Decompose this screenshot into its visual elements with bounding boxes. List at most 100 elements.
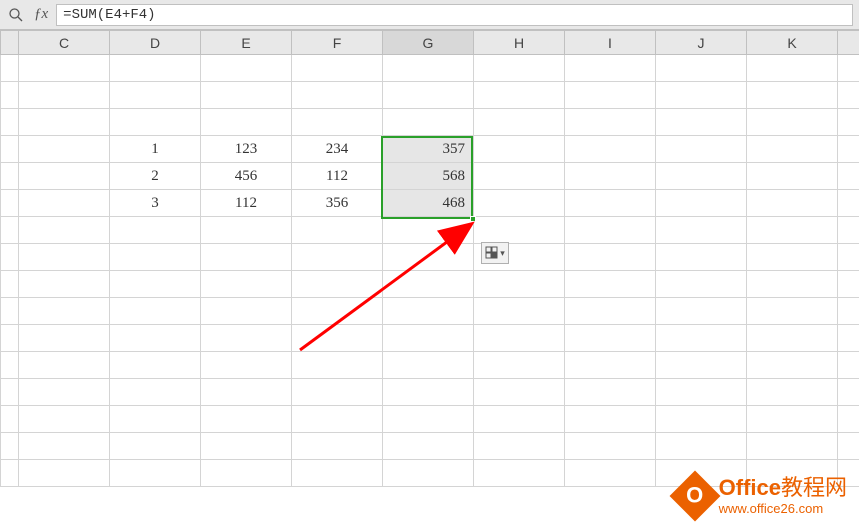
cell[interactable]: [656, 55, 747, 82]
cell[interactable]: [747, 298, 838, 325]
cell[interactable]: [565, 244, 656, 271]
cell[interactable]: [656, 433, 747, 460]
cell[interactable]: [19, 82, 110, 109]
cell[interactable]: [110, 55, 201, 82]
cell[interactable]: 234: [292, 136, 383, 163]
cell[interactable]: [201, 244, 292, 271]
cell[interactable]: [292, 325, 383, 352]
cell[interactable]: [747, 217, 838, 244]
cell[interactable]: [747, 271, 838, 298]
cell[interactable]: 1: [110, 136, 201, 163]
cell[interactable]: [110, 298, 201, 325]
cell[interactable]: [656, 163, 747, 190]
cell[interactable]: [292, 352, 383, 379]
column-header[interactable]: F: [292, 31, 383, 55]
cell[interactable]: [201, 82, 292, 109]
cell[interactable]: [747, 325, 838, 352]
cell[interactable]: [292, 379, 383, 406]
cell[interactable]: [19, 109, 110, 136]
cell[interactable]: 356: [292, 190, 383, 217]
cell[interactable]: [747, 433, 838, 460]
cell[interactable]: [565, 55, 656, 82]
column-header[interactable]: D: [110, 31, 201, 55]
cell[interactable]: [656, 352, 747, 379]
cell[interactable]: [19, 406, 110, 433]
cell[interactable]: [474, 433, 565, 460]
cell[interactable]: [747, 352, 838, 379]
cell[interactable]: [383, 433, 474, 460]
cell[interactable]: [383, 460, 474, 487]
cell[interactable]: [565, 217, 656, 244]
fx-label[interactable]: ƒx: [34, 6, 48, 23]
cell[interactable]: [201, 217, 292, 244]
cell[interactable]: [19, 352, 110, 379]
cell[interactable]: [747, 190, 838, 217]
cell[interactable]: [565, 433, 656, 460]
cell[interactable]: [110, 271, 201, 298]
cell[interactable]: [747, 406, 838, 433]
cell[interactable]: [656, 109, 747, 136]
column-header[interactable]: [838, 31, 859, 55]
cell[interactable]: [565, 136, 656, 163]
fill-handle[interactable]: [470, 216, 476, 222]
cell[interactable]: [474, 460, 565, 487]
cell[interactable]: [383, 244, 474, 271]
column-header[interactable]: J: [656, 31, 747, 55]
cell[interactable]: [110, 352, 201, 379]
cell[interactable]: [565, 109, 656, 136]
cell[interactable]: [201, 406, 292, 433]
cell[interactable]: [110, 109, 201, 136]
cell[interactable]: [383, 379, 474, 406]
cell[interactable]: [474, 82, 565, 109]
cell[interactable]: [383, 271, 474, 298]
cell[interactable]: [383, 325, 474, 352]
cell[interactable]: [383, 406, 474, 433]
cell[interactable]: [474, 325, 565, 352]
cell[interactable]: 2: [110, 163, 201, 190]
spreadsheet-grid[interactable]: C D E F G H I J K 1 123 234 357: [0, 30, 859, 487]
formula-input[interactable]: [56, 4, 853, 26]
cell[interactable]: [565, 325, 656, 352]
cell[interactable]: [292, 244, 383, 271]
cell[interactable]: [656, 298, 747, 325]
column-header[interactable]: C: [19, 31, 110, 55]
cell[interactable]: [474, 298, 565, 325]
cell[interactable]: [19, 217, 110, 244]
cell[interactable]: [565, 271, 656, 298]
cell[interactable]: 568: [383, 163, 474, 190]
cell[interactable]: [474, 136, 565, 163]
zoom-icon[interactable]: [6, 5, 26, 25]
cell[interactable]: [383, 82, 474, 109]
cell[interactable]: [656, 217, 747, 244]
cell[interactable]: [110, 325, 201, 352]
cell[interactable]: [656, 82, 747, 109]
cell[interactable]: [19, 460, 110, 487]
cell[interactable]: [383, 217, 474, 244]
cell[interactable]: [474, 190, 565, 217]
cell[interactable]: [201, 55, 292, 82]
cell[interactable]: [565, 190, 656, 217]
cell[interactable]: [19, 136, 110, 163]
cell[interactable]: [565, 406, 656, 433]
column-header[interactable]: H: [474, 31, 565, 55]
cell[interactable]: [565, 460, 656, 487]
cell[interactable]: [474, 109, 565, 136]
cell[interactable]: [292, 271, 383, 298]
column-header[interactable]: K: [747, 31, 838, 55]
cell[interactable]: [19, 433, 110, 460]
cell[interactable]: [565, 163, 656, 190]
cell[interactable]: [292, 109, 383, 136]
cell[interactable]: [201, 271, 292, 298]
cell[interactable]: 3: [110, 190, 201, 217]
cell[interactable]: 112: [292, 163, 383, 190]
cell[interactable]: [656, 136, 747, 163]
cell[interactable]: 456: [201, 163, 292, 190]
cell[interactable]: [747, 55, 838, 82]
cell[interactable]: [201, 109, 292, 136]
cell[interactable]: [747, 163, 838, 190]
cell[interactable]: [19, 244, 110, 271]
cell[interactable]: [110, 217, 201, 244]
cell[interactable]: [383, 298, 474, 325]
cell[interactable]: [474, 379, 565, 406]
column-header[interactable]: [1, 31, 19, 55]
